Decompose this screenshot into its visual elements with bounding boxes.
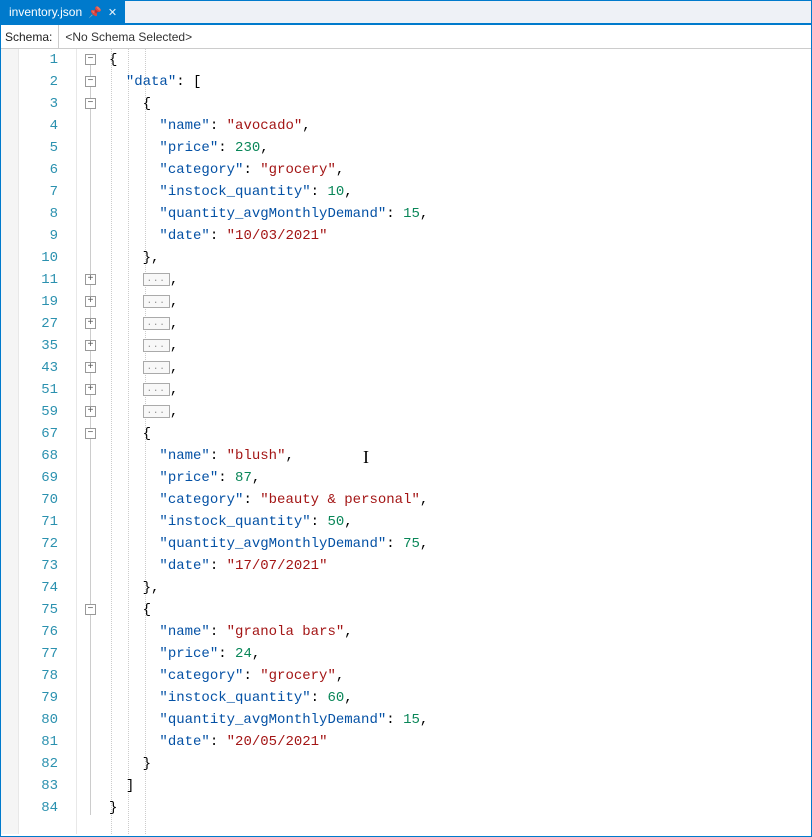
schema-bar: Schema:: [1, 25, 811, 49]
collapsed-region[interactable]: ...: [143, 405, 170, 418]
collapsed-region[interactable]: ...: [143, 361, 170, 374]
schema-input[interactable]: [58, 25, 811, 48]
fold-toggle-icon[interactable]: +: [85, 406, 96, 417]
code-content[interactable]: { "data": [ { "name": "avocado", "price"…: [107, 49, 811, 834]
fold-toggle-icon[interactable]: +: [85, 384, 96, 395]
fold-toggle-icon[interactable]: −: [85, 54, 96, 65]
schema-label: Schema:: [1, 30, 58, 44]
fold-toggle-icon[interactable]: −: [85, 604, 96, 615]
pin-icon[interactable]: 📌: [88, 6, 102, 19]
fold-column: − − − + + + + + + + − −: [77, 49, 107, 834]
text-cursor-icon: I: [363, 446, 369, 468]
fold-toggle-icon[interactable]: +: [85, 362, 96, 373]
fold-toggle-icon[interactable]: +: [85, 340, 96, 351]
line-number-gutter: 1 2 3 4 5 6 7 8 9 10 11 19 27 35 43 51 5…: [19, 49, 77, 834]
tab-bar: inventory.json 📌 ✕: [1, 1, 811, 25]
fold-toggle-icon[interactable]: +: [85, 318, 96, 329]
file-tab[interactable]: inventory.json 📌 ✕: [1, 1, 125, 23]
fold-toggle-icon[interactable]: −: [85, 76, 96, 87]
collapsed-region[interactable]: ...: [143, 383, 170, 396]
fold-toggle-icon[interactable]: −: [85, 428, 96, 439]
editor-area[interactable]: 1 2 3 4 5 6 7 8 9 10 11 19 27 35 43 51 5…: [1, 49, 811, 834]
fold-toggle-icon[interactable]: −: [85, 98, 96, 109]
close-icon[interactable]: ✕: [108, 6, 117, 19]
indicator-margin: [1, 49, 19, 834]
fold-toggle-icon[interactable]: +: [85, 296, 96, 307]
tab-filename: inventory.json: [9, 5, 82, 19]
collapsed-region[interactable]: ...: [143, 317, 170, 330]
collapsed-region[interactable]: ...: [143, 295, 170, 308]
collapsed-region[interactable]: ...: [143, 273, 170, 286]
collapsed-region[interactable]: ...: [143, 339, 170, 352]
fold-toggle-icon[interactable]: +: [85, 274, 96, 285]
